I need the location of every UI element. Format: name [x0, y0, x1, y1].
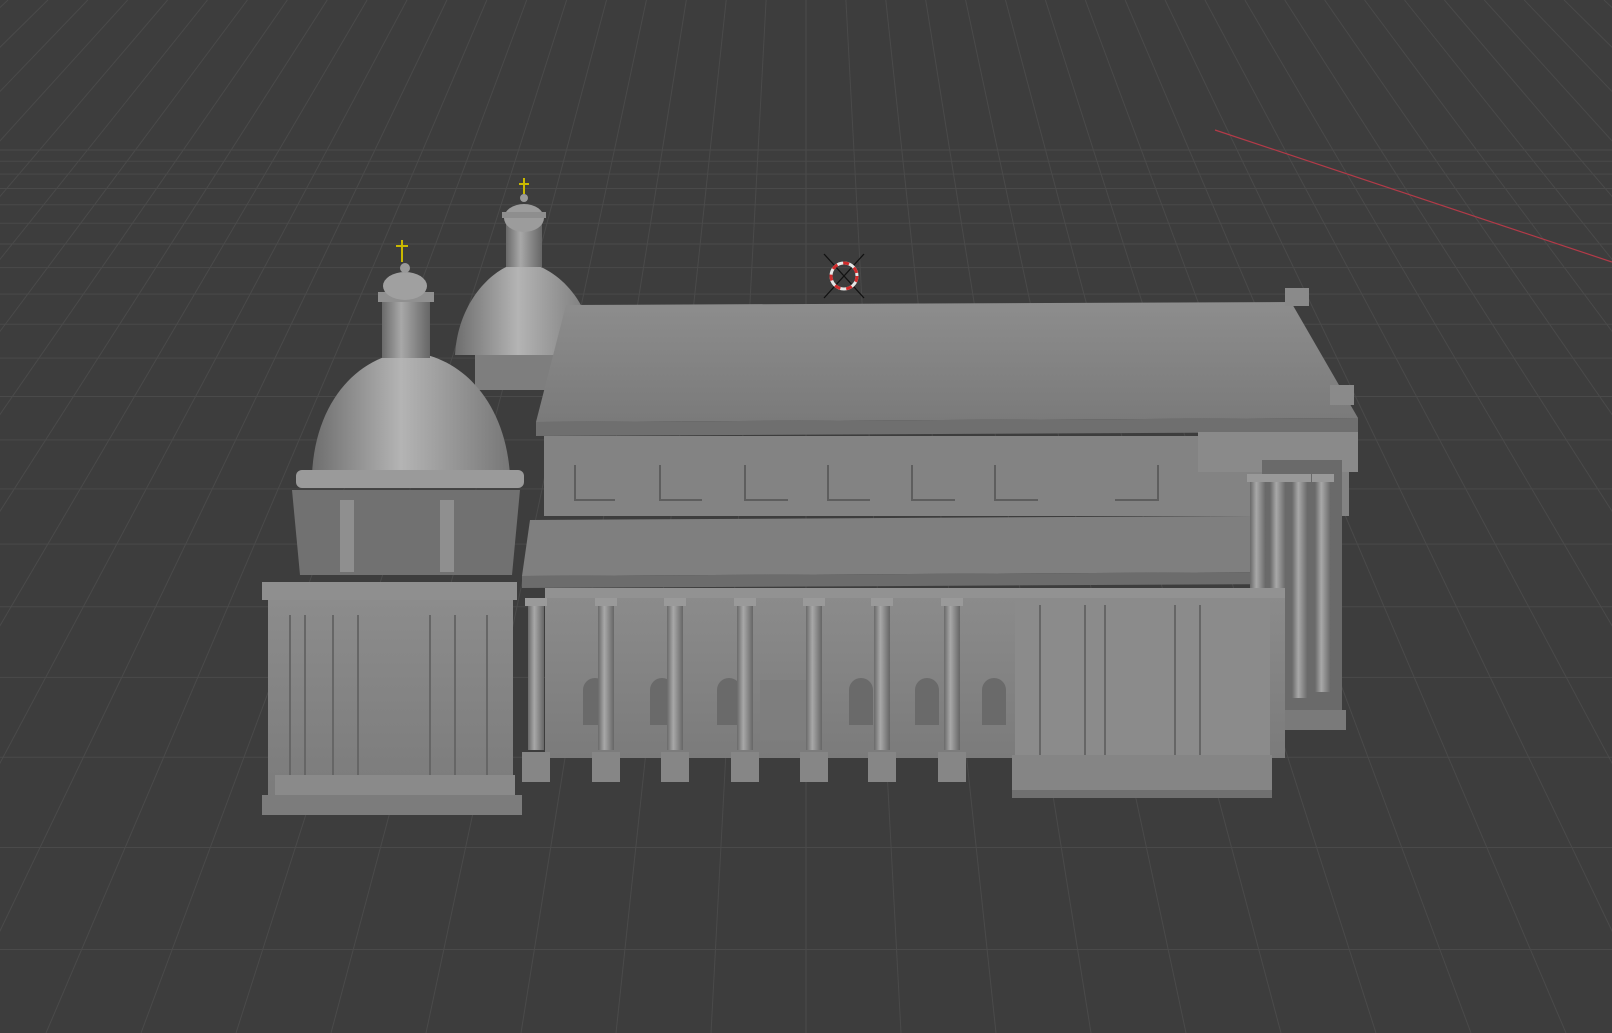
- nave-roof: [536, 288, 1358, 436]
- aisle-roof: [522, 516, 1285, 576]
- 3d-viewport[interactable]: [0, 0, 1612, 1033]
